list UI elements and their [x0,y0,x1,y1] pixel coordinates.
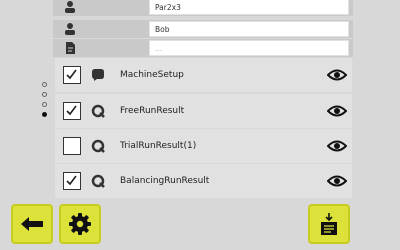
info-row-username: Bob [53,20,353,38]
page-dot-2[interactable] [42,92,47,97]
document-edit-icon [66,42,75,54]
row-label: BalancingRunResult [120,176,210,186]
checkbox[interactable] [63,137,81,155]
result-row-free-run[interactable]: FreeRunResult [55,94,352,128]
rotation-icon [91,139,105,153]
gear-icon [69,213,91,235]
row-label: MachineSetup [120,70,184,80]
row-label: FreeRunResult [120,106,185,116]
rotation-icon [91,104,105,118]
info-row-top: Par2x3 [53,0,353,16]
result-row-machine-setup[interactable]: MachineSetup [55,58,352,92]
result-row-trial-run[interactable]: TrialRunResult(1) [55,129,352,163]
checkbox[interactable] [63,172,81,190]
eye-icon[interactable] [327,173,347,189]
page-dot-3[interactable] [42,102,47,107]
download-document-icon [321,213,337,235]
chat-bubble-icon [92,69,104,81]
export-button[interactable] [308,204,350,244]
username-field[interactable]: Bob [149,21,349,37]
info-row-document: ... [53,39,353,57]
user-icon [65,23,75,35]
checkbox[interactable] [63,66,81,84]
rotation-icon [91,174,105,188]
eye-icon[interactable] [327,103,347,119]
eye-icon[interactable] [327,67,347,83]
result-row-balancing-run[interactable]: BalancingRunResult [55,164,352,198]
top-field[interactable]: Par2x3 [149,0,349,15]
eye-icon[interactable] [327,138,347,154]
back-button[interactable] [11,204,53,244]
arrow-left-icon [21,217,43,231]
user-icon [65,1,75,13]
checkbox[interactable] [63,102,81,120]
row-label: TrialRunResult(1) [120,141,197,151]
page-dot-1[interactable] [42,82,47,87]
third-field[interactable]: ... [149,40,349,56]
settings-button[interactable] [59,204,101,244]
page-dot-4[interactable] [42,112,47,117]
page-indicator [42,82,52,122]
